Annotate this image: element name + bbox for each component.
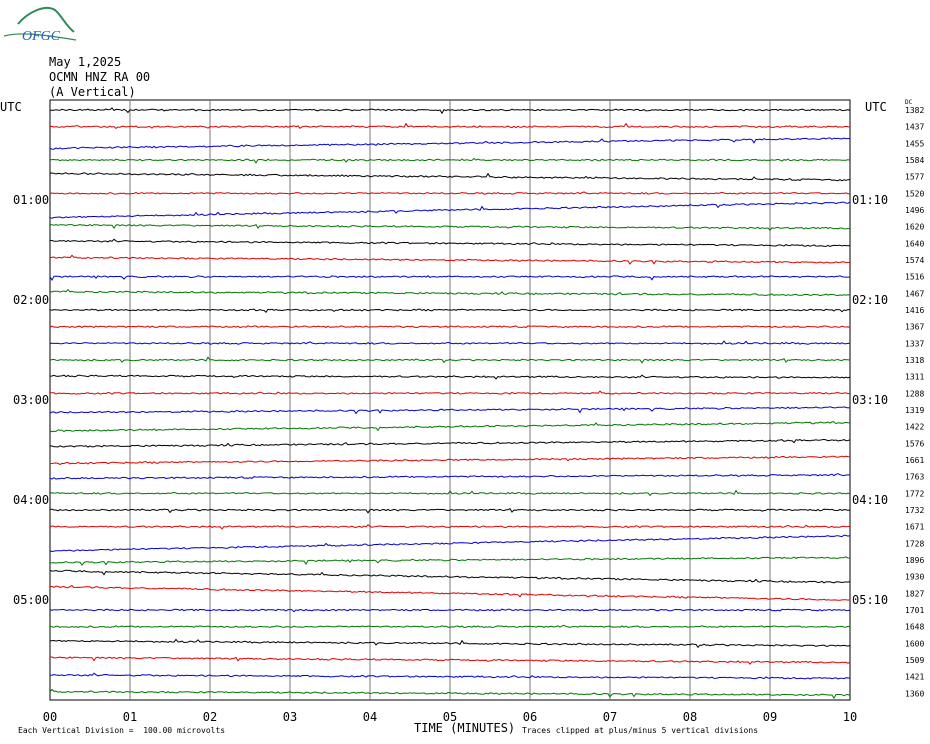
dc-value-label: 1648 <box>905 623 924 632</box>
dc-value-label: 1827 <box>905 589 924 598</box>
dc-value-label: 1520 <box>905 189 924 198</box>
hour-label-left: 03:00 <box>13 393 49 407</box>
x-tick-label: 08 <box>683 710 697 724</box>
dc-value-label: 1360 <box>905 689 924 698</box>
dc-value-label: 1620 <box>905 223 924 232</box>
x-tick-label: 03 <box>283 710 297 724</box>
scale-note: Each Vertical Division = 100.00 microvol… <box>18 726 226 735</box>
hour-label-right: 03:10 <box>852 393 888 407</box>
hour-label-left: 04:00 <box>13 493 49 507</box>
dc-value-label: 1574 <box>905 256 924 265</box>
dc-value-label: 1311 <box>905 373 924 382</box>
helicorder-plot: 00 01 02 03 04 05 06 07 08 09 10138214371455158415… <box>13 99 924 724</box>
dc-value-label: 1640 <box>905 239 924 248</box>
dc-value-label: 1772 <box>905 489 924 498</box>
dc-value-label: 1416 <box>905 306 924 315</box>
dc-value-label: 1382 <box>905 106 924 115</box>
dc-value-label: 1930 <box>905 573 924 582</box>
x-tick-label: 02 <box>203 710 217 724</box>
dc-value-label: 1577 <box>905 173 924 182</box>
hour-label-right: 01:10 <box>852 193 888 207</box>
dc-value-label: 1318 <box>905 356 924 365</box>
x-tick-label: 10 <box>843 710 857 724</box>
x-tick-label: 07 <box>603 710 617 724</box>
dc-value-label: 1467 <box>905 289 924 298</box>
dc-value-label: 1576 <box>905 439 924 448</box>
dc-value-label: 1496 <box>905 206 924 215</box>
x-tick-label: 00 <box>43 710 57 724</box>
dc-value-label: 1728 <box>905 539 924 548</box>
x-tick-label: 09 <box>763 710 777 724</box>
dc-value-label: 1600 <box>905 639 924 648</box>
dc-value-label: 1437 <box>905 123 924 132</box>
dc-value-label: 1671 <box>905 523 924 532</box>
hour-label-left: 01:00 <box>13 193 49 207</box>
dc-value-label: 1701 <box>905 606 924 615</box>
hour-label-left: 05:00 <box>13 593 49 607</box>
dc-value-label: 1455 <box>905 139 924 148</box>
dc-value-label: 1319 <box>905 406 924 415</box>
dc-value-label: 1509 <box>905 656 924 665</box>
dc-value-label: 1421 <box>905 673 924 682</box>
dc-value-label: 1661 <box>905 456 924 465</box>
dc-value-label: 1584 <box>905 156 924 165</box>
x-axis-label: TIME (MINUTES) <box>414 721 516 735</box>
dc-value-label: 1732 <box>905 506 924 515</box>
clip-note: Traces clipped at plus/minus 5 vertical … <box>522 726 759 735</box>
hour-label-right: 04:10 <box>852 493 888 507</box>
dc-value-label: 1337 <box>905 339 924 348</box>
x-tick-label: 04 <box>363 710 377 724</box>
dc-value-label: 1763 <box>905 473 924 482</box>
x-tick-label: 06 <box>523 710 537 724</box>
dc-value-label: 1288 <box>905 389 924 398</box>
dc-value-label: 1896 <box>905 556 924 565</box>
dc-value-label: 1516 <box>905 273 924 282</box>
dc-value-label: 1422 <box>905 423 924 432</box>
hour-label-left: 02:00 <box>13 293 49 307</box>
hour-label-right: 02:10 <box>852 293 888 307</box>
dc-value-label: 1367 <box>905 323 924 332</box>
hour-label-right: 05:10 <box>852 593 888 607</box>
x-tick-label: 01 <box>123 710 137 724</box>
